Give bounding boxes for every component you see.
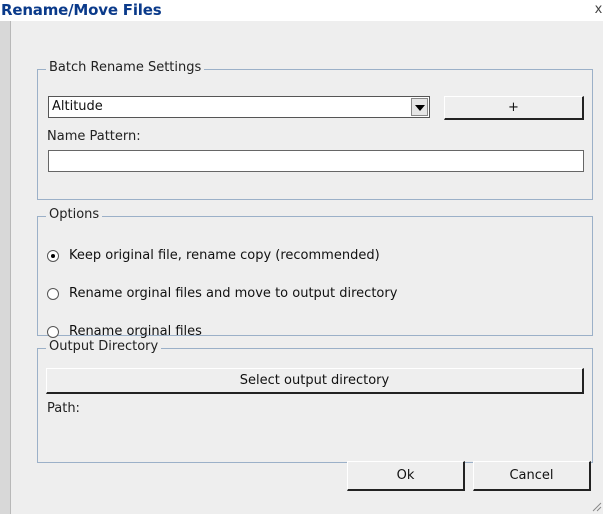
batch-rename-group: Batch Rename Settings Altitude + Name Pa… <box>37 60 593 200</box>
title-bar: Rename/Move Files x <box>0 0 605 21</box>
close-icon[interactable]: x <box>592 1 605 19</box>
options-group: Options <box>37 207 593 336</box>
resize-grip-icon[interactable] <box>590 500 602 512</box>
options-legend: Options <box>46 207 103 222</box>
ok-button[interactable]: Ok <box>347 461 465 491</box>
dialog-content: Batch Rename Settings Altitude + Name Pa… <box>11 21 603 514</box>
path-label: Path: <box>47 401 80 416</box>
output-directory-group: Output Directory Select output directory… <box>37 339 593 463</box>
select-output-directory-button[interactable]: Select output directory <box>46 368 584 394</box>
radio-button[interactable] <box>47 326 59 338</box>
rename-preset-value: Altitude <box>52 99 103 114</box>
window-left-border <box>0 21 11 514</box>
radio-button[interactable] <box>47 250 59 262</box>
name-pattern-label: Name Pattern: <box>47 129 141 144</box>
rename-preset-select[interactable]: Altitude <box>48 96 430 118</box>
radio-button[interactable] <box>47 288 59 300</box>
option-label: Rename orginal files and move to output … <box>69 286 398 301</box>
option-label: Keep original file, rename copy (recomme… <box>69 248 380 263</box>
name-pattern-input[interactable] <box>48 150 584 172</box>
option-label: Rename orginal files <box>69 324 202 339</box>
add-preset-button[interactable]: + <box>444 96 584 120</box>
batch-rename-legend: Batch Rename Settings <box>46 60 205 75</box>
rename-move-dialog: Rename/Move Files x Batch Rename Setting… <box>0 0 605 514</box>
chevron-down-icon[interactable] <box>411 98 428 116</box>
window-title: Rename/Move Files <box>1 1 162 19</box>
output-directory-legend: Output Directory <box>46 339 162 354</box>
cancel-button[interactable]: Cancel <box>473 461 591 491</box>
